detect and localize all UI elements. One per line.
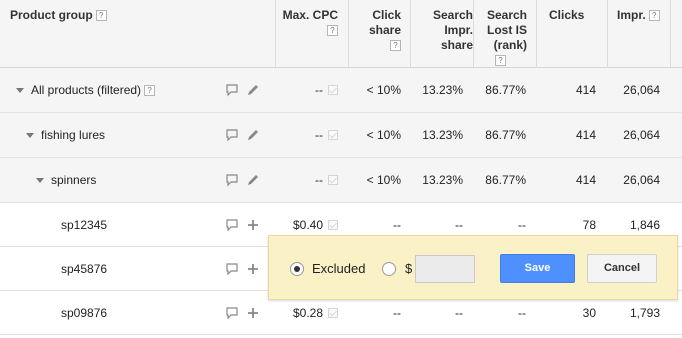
- click-share-cell: < 10%: [366, 128, 401, 142]
- excluded-radio[interactable]: [290, 262, 304, 276]
- product-groups-table: Product group? Max. CPC ? Click share ? …: [0, 0, 682, 338]
- clicks-cell: 414: [575, 128, 596, 142]
- header-search-impr-share[interactable]: Search Impr. share: [411, 8, 473, 53]
- header-search-lost-is[interactable]: Search Lost IS (rank) ?: [474, 8, 527, 66]
- clicks-cell: 414: [575, 173, 596, 187]
- impr-cell: 26,064: [623, 83, 660, 97]
- currency-symbol: $: [405, 261, 413, 276]
- plus-icon[interactable]: [246, 262, 260, 276]
- checkbox-icon: [328, 130, 338, 140]
- header-product-group[interactable]: Product group?: [10, 8, 107, 23]
- comment-icon[interactable]: [225, 262, 239, 276]
- impr-cell: 26,064: [623, 173, 660, 187]
- product-group-name[interactable]: spinners: [36, 158, 96, 202]
- comment-icon[interactable]: [225, 128, 239, 142]
- plus-icon[interactable]: [246, 218, 260, 232]
- plus-icon[interactable]: [246, 306, 260, 320]
- bid-input[interactable]: [415, 255, 475, 283]
- search-impr-share-cell: 13.23%: [422, 83, 463, 97]
- help-icon[interactable]: ?: [95, 10, 107, 22]
- product-group-name: sp45876: [61, 261, 108, 276]
- comment-icon[interactable]: [225, 306, 239, 320]
- product-group-name[interactable]: fishing lures: [26, 113, 105, 157]
- comment-icon[interactable]: [225, 173, 239, 187]
- search-lost-is-cell: 86.77%: [485, 128, 526, 142]
- cancel-button[interactable]: Cancel: [587, 254, 657, 283]
- search-lost-is-cell: 86.77%: [485, 83, 526, 97]
- max-cpc-cell[interactable]: --: [276, 113, 338, 157]
- table-row: spinners -- < 10% 13.23% 86.77% 414 26,0…: [0, 158, 682, 203]
- help-icon[interactable]: ?: [648, 10, 660, 22]
- help-icon[interactable]: ?: [390, 40, 401, 51]
- excluded-label[interactable]: Excluded: [312, 261, 365, 276]
- max-cpc-cell[interactable]: --: [276, 158, 338, 202]
- checkbox-icon: [328, 85, 338, 95]
- column-divider: [536, 0, 537, 68]
- column-divider: [670, 0, 671, 68]
- collapse-triangle-icon[interactable]: [36, 177, 44, 183]
- table-header: Product group? Max. CPC ? Click share ? …: [0, 0, 682, 68]
- product-group-name[interactable]: All products (filtered) ?: [16, 68, 156, 112]
- pencil-icon[interactable]: [246, 173, 260, 187]
- collapse-triangle-icon[interactable]: [16, 87, 24, 93]
- save-button[interactable]: Save: [500, 254, 575, 283]
- checkbox-icon: [328, 307, 338, 318]
- click-share-cell: < 10%: [366, 173, 401, 187]
- bid-editor-popup: Excluded $ Save Cancel: [268, 235, 678, 300]
- click-share-cell: < 10%: [366, 83, 401, 97]
- checkbox-icon: [328, 219, 338, 230]
- header-click-share[interactable]: Click share ?: [349, 8, 401, 51]
- product-group-name: sp09876: [61, 305, 108, 320]
- pencil-icon[interactable]: [246, 128, 260, 142]
- clicks-cell: 414: [575, 83, 596, 97]
- collapse-triangle-icon[interactable]: [26, 132, 34, 138]
- table-row: All products (filtered) ? -- < 10% 13.23…: [0, 68, 682, 113]
- search-lost-is-cell: 86.77%: [485, 173, 526, 187]
- help-icon[interactable]: ?: [495, 55, 506, 66]
- checkbox-icon: [328, 175, 338, 185]
- pencil-icon[interactable]: [246, 83, 260, 97]
- comment-icon[interactable]: [225, 83, 239, 97]
- column-divider: [607, 0, 608, 68]
- bid-radio[interactable]: [382, 262, 396, 276]
- header-impr[interactable]: Impr.?: [617, 8, 660, 23]
- search-impr-share-cell: 13.23%: [422, 173, 463, 187]
- help-icon[interactable]: ?: [144, 84, 156, 96]
- impr-cell: 26,064: [623, 128, 660, 142]
- table-row: fishing lures -- < 10% 13.23% 86.77% 414…: [0, 113, 682, 158]
- help-icon[interactable]: ?: [327, 25, 338, 36]
- search-impr-share-cell: 13.23%: [422, 128, 463, 142]
- comment-icon[interactable]: [225, 218, 239, 232]
- product-group-name: sp12345: [61, 217, 108, 232]
- header-clicks[interactable]: Clicks: [549, 8, 584, 23]
- max-cpc-cell[interactable]: --: [276, 68, 338, 112]
- header-max-cpc[interactable]: Max. CPC ?: [276, 8, 338, 36]
